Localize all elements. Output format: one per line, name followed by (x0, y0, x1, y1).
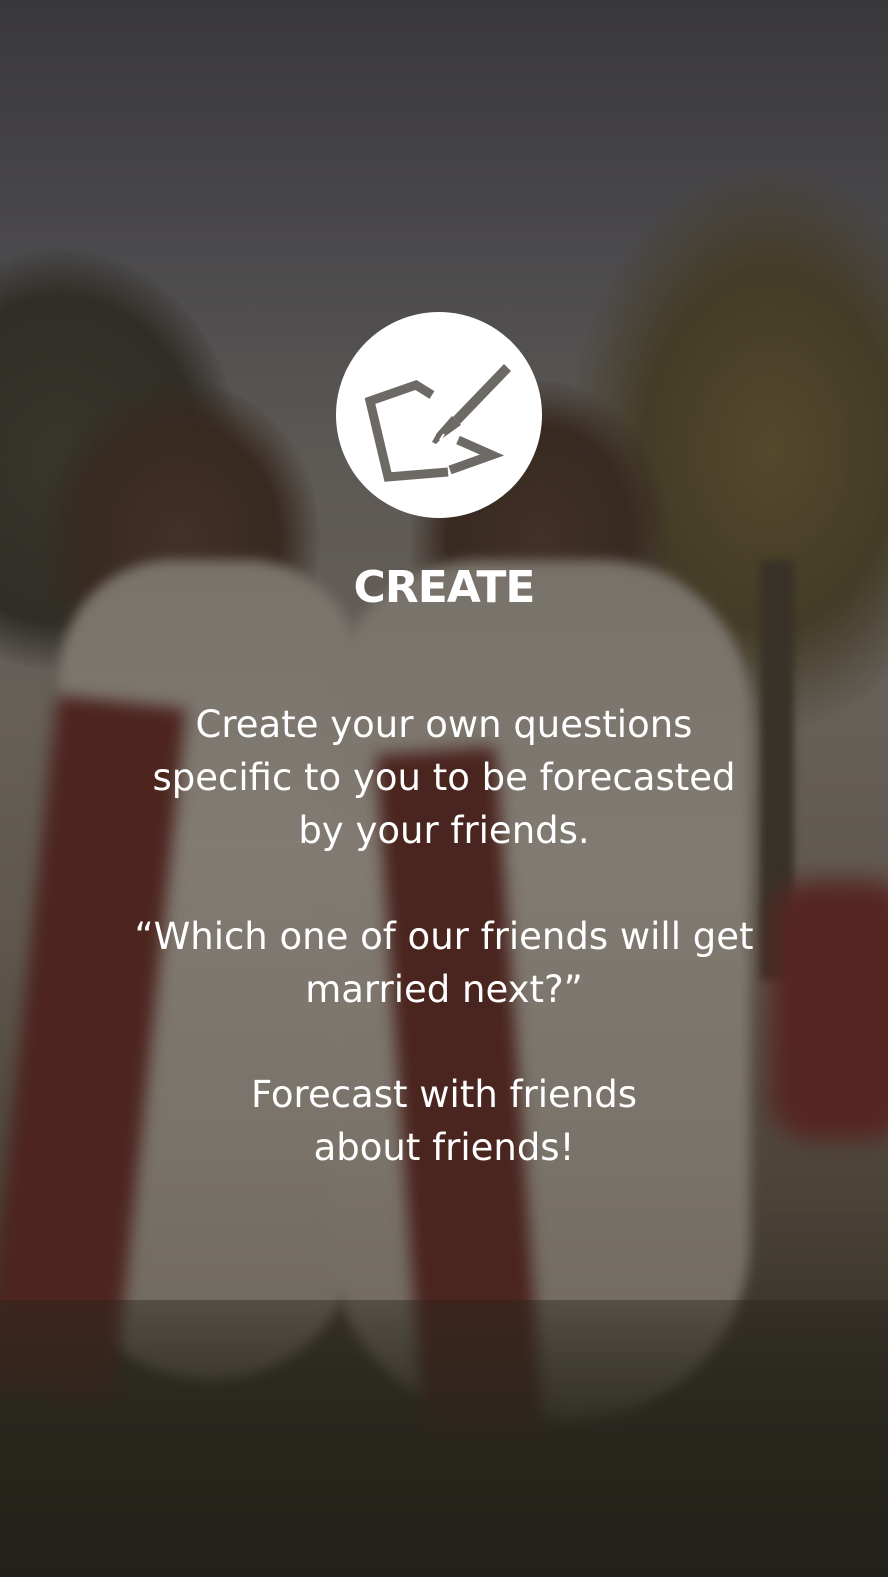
tagline: Forecast with friends about friends! (60, 1068, 828, 1174)
feature-title: CREATE (353, 562, 536, 613)
quote-line: married next?” (305, 968, 583, 1011)
description-line: by your friends. (298, 809, 590, 852)
tagline-line: Forecast with friends (250, 1073, 638, 1116)
create-edit-icon (336, 312, 542, 518)
quote-line: “Which one of our friends will get (134, 915, 754, 958)
description-line: specific to you to be forecasted (152, 756, 736, 799)
example-question: “Which one of our friends will get marri… (60, 910, 828, 1016)
onboarding-screen: CREATE Create your own questions specifi… (0, 0, 888, 1577)
tagline-line: about friends! (313, 1126, 575, 1169)
description-line: Create your own questions (195, 703, 693, 746)
feature-content: CREATE Create your own questions specifi… (0, 0, 888, 1577)
feature-description: Create your own questions specific to yo… (60, 698, 828, 857)
